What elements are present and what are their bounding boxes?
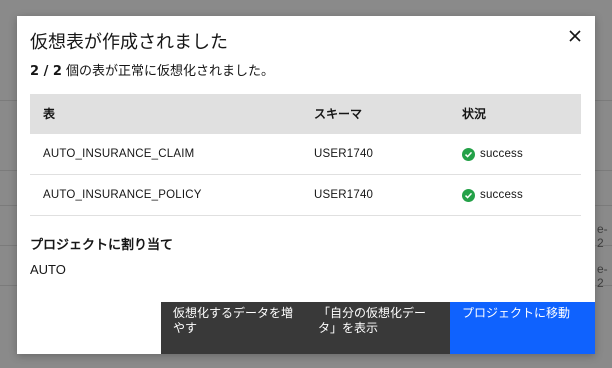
virtual-tables-table: 表 スキーマ 状況 AUTO_INSURANCE_CLAIM USER1740 … bbox=[30, 94, 581, 216]
modal-title: 仮想表が作成されました bbox=[30, 32, 228, 53]
close-icon bbox=[569, 30, 581, 42]
background-text-fragment: e-2 bbox=[597, 262, 608, 290]
close-button[interactable] bbox=[563, 24, 587, 48]
table-row: AUTO_INSURANCE_CLAIM USER1740 success bbox=[30, 134, 581, 175]
virtualize-more-data-button[interactable]: 仮想化するデータを増やす bbox=[161, 302, 306, 354]
table-row: AUTO_INSURANCE_POLICY USER1740 success bbox=[30, 175, 581, 216]
schema-cell: USER1740 bbox=[314, 189, 374, 201]
status-text: success bbox=[480, 148, 523, 160]
assigned-project-name: AUTO bbox=[30, 262, 66, 277]
modal-subtitle: 2 / 2 個の表が正常に仮想化されました。 bbox=[30, 60, 274, 79]
success-check-icon bbox=[462, 188, 475, 202]
show-my-virtualized-data-button[interactable]: 「自分の仮想化データ」を表示 bbox=[306, 302, 450, 354]
column-header-schema: スキーマ bbox=[314, 107, 363, 121]
schema-cell: USER1740 bbox=[314, 148, 374, 160]
table-name-cell: AUTO_INSURANCE_POLICY bbox=[43, 189, 202, 201]
background-text-fragment: e-2 bbox=[597, 222, 608, 250]
status-text: success bbox=[480, 189, 523, 201]
success-count: 2 / 2 bbox=[30, 64, 62, 79]
success-modal: 仮想表が作成されました 2 / 2 個の表が正常に仮想化されました。 表 スキー… bbox=[17, 16, 595, 354]
column-header-status: 状況 bbox=[462, 107, 487, 121]
table-header: 表 スキーマ 状況 bbox=[30, 94, 581, 134]
table-name-cell: AUTO_INSURANCE_CLAIM bbox=[43, 148, 195, 160]
assign-project-heading: プロジェクトに割り当て bbox=[30, 238, 174, 253]
success-check-icon bbox=[462, 147, 475, 161]
column-header-table: 表 bbox=[43, 107, 56, 121]
status-cell: success bbox=[462, 134, 523, 174]
go-to-project-button[interactable]: プロジェクトに移動 bbox=[450, 302, 595, 354]
subtitle-text: 個の表が正常に仮想化されました。 bbox=[61, 64, 275, 79]
status-cell: success bbox=[462, 175, 523, 215]
